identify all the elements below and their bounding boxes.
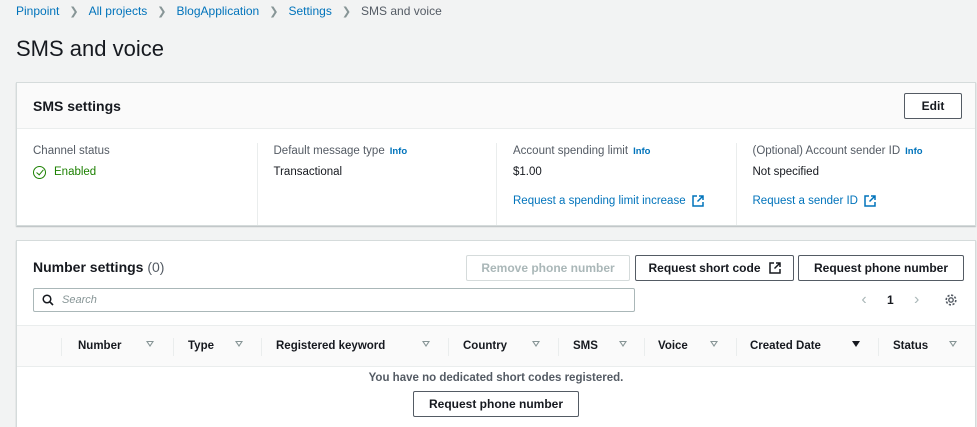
column-label: Country [463,340,508,352]
column-label: Type [188,340,214,352]
sort-icon [619,341,627,347]
info-link[interactable]: Info [633,146,650,157]
column-divider [644,338,645,356]
default-message-type-value: Transactional [273,166,343,178]
request-short-code-button[interactable]: Request short code [635,255,794,281]
page-title: SMS and voice [16,36,164,61]
column-label: Registered keyword [276,340,386,352]
request-phone-number-button[interactable]: Request phone number [798,255,964,281]
sort-icon [949,341,957,347]
column-divider [448,338,449,356]
chevron-left-icon[interactable]: ‹ [857,291,871,309]
sender-id-label-text: (Optional) Account sender ID [752,145,901,157]
number-count: (0) [147,259,165,275]
sort-icon [235,341,243,347]
request-spending-limit-text[interactable]: Request a spending limit increase [513,195,686,207]
sms-settings-columns: Channel status Enabled Default message t… [17,129,975,225]
search-box [33,288,635,312]
info-link[interactable]: Info [390,146,407,157]
sender-id-column: (Optional) Account sender ID Info Not sp… [735,143,976,225]
column-header-country[interactable]: Country [448,326,558,366]
edit-button[interactable]: Edit [904,93,962,119]
channel-status-label: Channel status [33,145,110,157]
column-header-voice[interactable]: Voice [644,326,736,366]
column-header-number[interactable]: Number [61,326,173,366]
chevron-right-icon: ❯ [269,5,279,18]
column-header-status[interactable]: Status [878,326,975,366]
external-link-icon [691,195,704,207]
empty-state-request-phone-number-button[interactable]: Request phone number [413,391,579,417]
sender-id-value: Not specified [752,166,819,178]
external-link-icon [768,262,781,274]
account-spending-limit-value: $1.00 [513,166,542,178]
page-number[interactable]: 1 [887,293,894,307]
number-settings-title: Number settings (0) [33,259,164,275]
external-link-icon [864,195,876,207]
sender-id-label: (Optional) Account sender ID Info [753,143,976,159]
request-short-code-label: Request short code [648,261,761,275]
sms-settings-title: SMS settings [33,97,121,114]
account-spending-limit-label: Account spending limit Info [513,143,736,159]
sms-settings-panel: SMS settings Edit Channel status Enabled… [16,82,976,226]
column-label: Created Date [750,340,821,352]
column-header-sms[interactable]: SMS [558,326,644,366]
sort-icon [146,341,154,347]
column-label: SMS [573,340,598,352]
breadcrumb-settings[interactable]: Settings [288,4,331,18]
breadcrumb: Pinpoint ❯ All projects ❯ BlogApplicatio… [16,3,442,19]
enabled-text: Enabled [54,166,97,178]
breadcrumb-pinpoint[interactable]: Pinpoint [16,4,59,18]
column-divider [878,338,879,356]
request-sender-id-link[interactable]: Request a sender ID [753,193,976,209]
number-settings-title-text: Number settings [33,259,144,275]
table-header: Number Type Registered keyword Country S… [17,325,975,367]
breadcrumb-current: SMS and voice [361,4,442,18]
column-divider [558,338,559,356]
account-spending-limit-label-text: Account spending limit [513,145,629,157]
column-divider [61,338,62,356]
column-header-created-date[interactable]: Created Date [736,326,878,366]
column-label: Voice [658,340,688,352]
check-circle-icon [33,165,46,179]
sort-icon [710,341,718,347]
breadcrumb-all-projects[interactable]: All projects [89,4,148,18]
chevron-right-icon: ❯ [341,5,352,18]
column-divider [736,338,737,356]
breadcrumb-blogapplication[interactable]: BlogApplication [177,4,260,18]
chevron-right-icon: ❯ [69,5,79,18]
column-divider [261,338,262,356]
column-label: Status [893,340,929,352]
sort-descending-icon [852,341,860,347]
sms-settings-header: SMS settings Edit [17,83,975,129]
remove-phone-number-button[interactable]: Remove phone number [466,255,630,281]
account-spending-limit-column: Account spending limit Info $1.00 Reques… [496,143,736,225]
channel-status-value: Enabled [33,164,257,180]
chevron-right-icon: ❯ [157,5,167,18]
info-link[interactable]: Info [905,146,922,157]
default-message-type-column: Default message type Info Transactional [256,143,497,225]
sort-icon [532,341,540,347]
empty-state-message: You have no dedicated short codes regist… [368,372,624,384]
default-message-type-label-text: Default message type [273,145,385,157]
request-sender-id-text[interactable]: Request a sender ID [753,195,858,207]
column-divider [173,338,174,356]
gear-icon[interactable] [944,293,958,307]
chevron-right-icon[interactable]: › [910,291,924,309]
default-message-type-label: Default message type Info [274,143,497,159]
request-spending-limit-link[interactable]: Request a spending limit increase [513,193,736,209]
column-label: Number [78,340,122,352]
pagination: ‹ 1 › [857,291,924,309]
search-icon [42,294,54,306]
search-input[interactable] [62,294,622,306]
column-header-registered-keyword[interactable]: Registered keyword [261,326,448,366]
sort-icon [422,341,430,347]
number-settings-panel: Number settings (0) Remove phone number … [16,240,976,427]
channel-status-column: Channel status Enabled [17,143,257,225]
column-header-type[interactable]: Type [173,326,261,366]
